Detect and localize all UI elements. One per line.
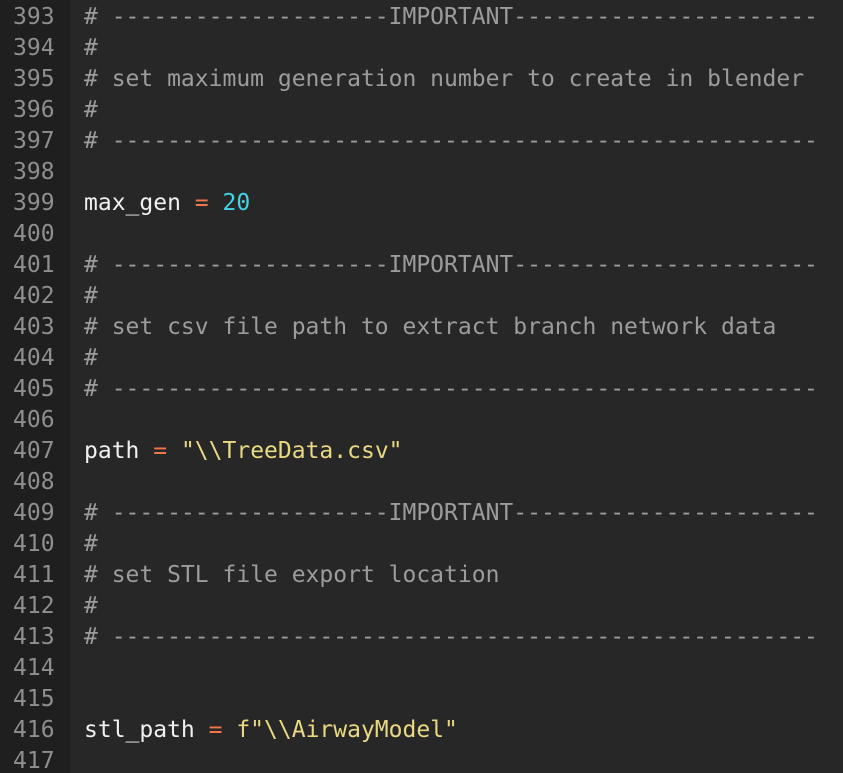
line-text: stl_path = f"\\AirwayModel" <box>84 715 458 746</box>
line-text: path = "\\TreeData.csv" <box>84 436 403 467</box>
line-number: 414 <box>13 655 55 681</box>
code-line[interactable]: 412 # <box>0 591 843 622</box>
line-text: # <box>84 591 98 622</box>
line-text: max_gen = 20 <box>84 188 250 219</box>
string-token: f"\\AirwayModel" <box>222 717 458 743</box>
code-line[interactable]: 395 # set maximum generation number to cr… <box>0 64 843 95</box>
code-line[interactable]: 406 <box>0 405 843 436</box>
comment-token: # --------------------IMPORTANT---------… <box>84 4 818 30</box>
line-number: 398 <box>13 159 55 185</box>
line-number: 415 <box>13 686 55 712</box>
line-text: # --------------------------------------… <box>84 374 818 405</box>
line-text: # <box>84 529 98 560</box>
code-line[interactable]: 415 <box>0 684 843 715</box>
line-number: 417 <box>13 748 55 773</box>
line-text: # --------------------IMPORTANT---------… <box>84 250 818 281</box>
code-line[interactable]: 417 <box>0 746 843 773</box>
code-line[interactable]: 399 max_gen = 20 <box>0 188 843 219</box>
code-line[interactable]: 416 stl_path = f"\\AirwayModel" <box>0 715 843 746</box>
comment-token: # --------------------IMPORTANT---------… <box>84 500 818 526</box>
string-token: "\\TreeData.csv" <box>167 438 403 464</box>
comment-token: # set STL file export location <box>84 562 500 588</box>
comment-token: # <box>84 345 98 371</box>
line-number: 410 <box>13 531 55 557</box>
line-number: 408 <box>13 469 55 495</box>
line-number: 396 <box>13 97 55 123</box>
line-text: # --------------------------------------… <box>84 622 818 653</box>
line-number: 405 <box>13 376 55 402</box>
line-text: # <box>84 33 98 64</box>
comment-token: # <box>84 531 98 557</box>
line-number: 409 <box>13 500 55 526</box>
code-line[interactable]: 403 # set csv file path to extract branch… <box>0 312 843 343</box>
operator-token: = <box>208 717 223 743</box>
line-text: # set maximum generation number to creat… <box>84 64 804 95</box>
line-number: 404 <box>13 345 55 371</box>
comment-token: # <box>84 35 98 61</box>
line-number: 393 <box>13 4 55 30</box>
identifier-token: max_gen <box>84 190 195 216</box>
line-number: 399 <box>13 190 55 216</box>
code-line[interactable]: 414 <box>0 653 843 684</box>
line-number: 412 <box>13 593 55 619</box>
code-line[interactable]: 396 # <box>0 95 843 126</box>
comment-token: # <box>84 97 98 123</box>
code-line[interactable]: 400 <box>0 219 843 250</box>
code-editor[interactable]: 393 # --------------------IMPORTANT------… <box>0 0 843 773</box>
line-number: 394 <box>13 35 55 61</box>
code-line[interactable]: 401 # --------------------IMPORTANT------… <box>0 250 843 281</box>
line-number: 401 <box>13 252 55 278</box>
comment-token: # set maximum generation number to creat… <box>84 66 805 92</box>
operator-token: = <box>194 190 209 216</box>
code-line[interactable]: 394 # <box>0 33 843 64</box>
code-line[interactable]: 410 # <box>0 529 843 560</box>
operator-token: = <box>153 438 168 464</box>
line-number: 395 <box>13 66 55 92</box>
line-number: 413 <box>13 624 55 650</box>
line-number: 397 <box>13 128 55 154</box>
line-number: 400 <box>13 221 55 247</box>
number-token: 20 <box>208 190 251 216</box>
comment-token: # --------------------------------------… <box>84 624 818 650</box>
code-line[interactable]: 409 # --------------------IMPORTANT------… <box>0 498 843 529</box>
code-area[interactable]: 393 # --------------------IMPORTANT------… <box>0 2 843 773</box>
line-text: # set STL file export location <box>84 560 499 591</box>
code-line[interactable]: 413 # -----------------------------------… <box>0 622 843 653</box>
comment-token: # --------------------------------------… <box>84 376 818 402</box>
line-number: 403 <box>13 314 55 340</box>
line-text: # <box>84 95 98 126</box>
code-line[interactable]: 402 # <box>0 281 843 312</box>
code-line[interactable]: 405 # -----------------------------------… <box>0 374 843 405</box>
line-text: # set csv file path to extract branch ne… <box>84 312 776 343</box>
code-line[interactable]: 407 path = "\\TreeData.csv" <box>0 436 843 467</box>
code-line[interactable]: 393 # --------------------IMPORTANT------… <box>0 2 843 33</box>
line-number: 407 <box>13 438 55 464</box>
line-text: # <box>84 343 98 374</box>
line-text: # --------------------------------------… <box>84 126 818 157</box>
line-text: # --------------------IMPORTANT---------… <box>84 498 818 529</box>
line-number: 411 <box>13 562 55 588</box>
comment-token: # <box>84 593 98 619</box>
code-line[interactable]: 404 # <box>0 343 843 374</box>
identifier-token: stl_path <box>84 717 209 743</box>
code-line[interactable]: 411 # set STL file export location <box>0 560 843 591</box>
line-number: 416 <box>13 717 55 743</box>
code-line[interactable]: 408 <box>0 467 843 498</box>
comment-token: # <box>84 283 98 309</box>
line-text: # <box>84 281 98 312</box>
code-line[interactable]: 398 <box>0 157 843 188</box>
comment-token: # --------------------------------------… <box>84 128 818 154</box>
code-line[interactable]: 397 # -----------------------------------… <box>0 126 843 157</box>
line-text: # --------------------IMPORTANT---------… <box>84 2 818 33</box>
line-number: 406 <box>13 407 55 433</box>
comment-token: # --------------------IMPORTANT---------… <box>84 252 818 278</box>
comment-token: # set csv file path to extract branch ne… <box>84 314 777 340</box>
identifier-token: path <box>84 438 154 464</box>
line-number: 402 <box>13 283 55 309</box>
